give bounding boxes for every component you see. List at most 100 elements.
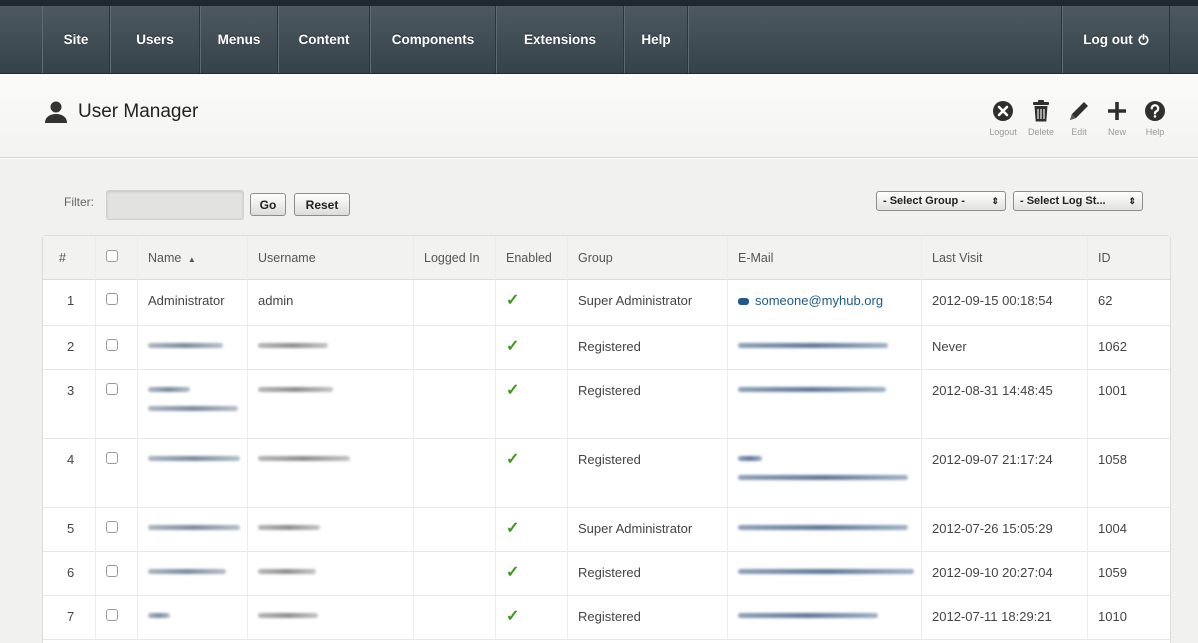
toolbar: Logout Delete Edit New Help	[985, 100, 1173, 137]
col-header-num[interactable]: #	[43, 236, 95, 280]
nav-item-content[interactable]: Content	[278, 6, 370, 73]
col-header-logged-in[interactable]: Logged In	[413, 236, 495, 280]
select-log-status-dropdown[interactable]: - Select Log St... ⇕	[1013, 191, 1143, 211]
row-checkbox[interactable]	[106, 293, 118, 305]
table-row: 3 ✓ Registered 2012-08-31 14:48:45 1001	[43, 369, 1170, 438]
user-enabled-toggle[interactable]: ✓	[495, 280, 567, 325]
blurred-email	[738, 343, 888, 348]
row-checkbox[interactable]	[106, 565, 118, 577]
user-email-cell[interactable]	[727, 325, 921, 369]
row-checkbox[interactable]	[106, 452, 118, 464]
user-name-link[interactable]	[137, 551, 247, 595]
user-group: Registered	[567, 438, 727, 507]
table-row: 1 Administrator admin ✓ Super Administra…	[43, 280, 1170, 325]
blurred-username	[258, 525, 320, 530]
user-logged-in	[413, 325, 495, 369]
new-toolbar-button[interactable]: New	[1099, 100, 1135, 137]
user-enabled-toggle[interactable]: ✓	[495, 551, 567, 595]
user-name-link[interactable]	[137, 595, 247, 639]
row-num: 2	[43, 325, 95, 369]
blurred-email	[738, 456, 762, 461]
filter-search-input[interactable]	[106, 190, 244, 220]
user-enabled-toggle[interactable]: ✓	[495, 507, 567, 551]
user-enabled-toggle[interactable]: ✓	[495, 369, 567, 438]
user-id: 1001	[1087, 369, 1170, 438]
select-all-checkbox[interactable]	[106, 250, 118, 262]
col-header-enabled[interactable]: Enabled	[495, 236, 567, 280]
blurred-username	[258, 456, 350, 461]
blurred-email	[738, 613, 878, 618]
user-id: 1010	[1087, 595, 1170, 639]
row-checkbox[interactable]	[106, 339, 118, 351]
col-header-email[interactable]: E-Mail	[727, 236, 921, 280]
go-button[interactable]: Go	[250, 193, 286, 216]
logout-nav-button[interactable]: Log out	[1062, 6, 1170, 73]
page-title: User Manager	[44, 101, 198, 123]
new-toolbar-label: New	[1107, 127, 1126, 137]
col-header-name-label: Name	[148, 250, 182, 265]
user-id: 62	[1087, 280, 1170, 325]
user-icon	[45, 101, 67, 123]
row-checkbox[interactable]	[106, 521, 118, 533]
nav-item-users[interactable]: Users	[110, 6, 200, 73]
user-name-link[interactable]: Administrator	[137, 280, 247, 325]
user-username: admin	[247, 280, 413, 325]
user-name-link[interactable]	[137, 507, 247, 551]
col-header-group[interactable]: Group	[567, 236, 727, 280]
nav-item-components[interactable]: Components	[370, 6, 496, 73]
blurred-email	[738, 569, 914, 574]
col-header-name[interactable]: Name ▲	[137, 236, 247, 280]
col-header-username[interactable]: Username	[247, 236, 413, 280]
page-title-text: User Manager	[78, 101, 199, 122]
filter-bar: Filter: Go Reset - Select Group - ⇕ - Se…	[58, 190, 1148, 220]
row-num: 5	[43, 507, 95, 551]
pencil-icon	[1070, 102, 1088, 120]
checkmark-icon: ✓	[506, 382, 520, 399]
nav-item-menus[interactable]: Menus	[200, 6, 278, 73]
edit-toolbar-button[interactable]: Edit	[1061, 100, 1097, 137]
col-header-select-all[interactable]	[95, 236, 137, 280]
user-enabled-toggle[interactable]: ✓	[495, 325, 567, 369]
row-checkbox[interactable]	[106, 383, 118, 395]
user-enabled-toggle[interactable]: ✓	[495, 595, 567, 639]
row-checkbox[interactable]	[106, 609, 118, 621]
blurred-name	[148, 456, 240, 461]
user-logged-in	[413, 438, 495, 507]
trash-icon	[1033, 100, 1049, 122]
user-name-link[interactable]	[137, 369, 247, 438]
user-email-link[interactable]: someone@myhub.org	[755, 293, 883, 308]
checkmark-icon: ✓	[506, 292, 520, 309]
user-logged-in	[413, 551, 495, 595]
users-table: # Name ▲ Username Logged In Enabled Grou…	[42, 235, 1171, 643]
row-checkbox-cell	[95, 507, 137, 551]
reset-button[interactable]: Reset	[294, 193, 350, 216]
title-bar: User Manager Logout Delete Edit New Help	[0, 74, 1198, 158]
logout-toolbar-button[interactable]: Logout	[985, 100, 1021, 137]
user-email-cell[interactable]	[727, 551, 921, 595]
select-group-dropdown[interactable]: - Select Group - ⇕	[876, 191, 1006, 211]
filter-label: Filter:	[64, 195, 94, 209]
blurred-email	[738, 475, 908, 480]
delete-toolbar-button[interactable]: Delete	[1023, 100, 1059, 137]
user-name-link[interactable]	[137, 438, 247, 507]
nav-item-help[interactable]: Help	[624, 6, 688, 73]
user-enabled-toggle[interactable]: ✓	[495, 438, 567, 507]
user-last-visit: 2012-07-26 15:05:29	[921, 507, 1087, 551]
logout-nav-label: Log out	[1083, 32, 1133, 47]
user-email-cell[interactable]	[727, 595, 921, 639]
user-email-cell[interactable]	[727, 438, 921, 507]
nav-item-site[interactable]: Site	[42, 6, 110, 73]
help-toolbar-button[interactable]: Help	[1137, 100, 1173, 137]
col-header-id[interactable]: ID	[1087, 236, 1170, 280]
user-email-cell[interactable]	[727, 507, 921, 551]
table-row-continuation	[43, 639, 1170, 643]
blurred-name	[148, 343, 223, 348]
user-logged-in	[413, 595, 495, 639]
nav-item-extensions[interactable]: Extensions	[496, 6, 624, 73]
navbar-spacer	[688, 6, 1062, 73]
user-group: Super Administrator	[567, 507, 727, 551]
user-email-cell[interactable]	[727, 369, 921, 438]
user-name-link[interactable]	[137, 325, 247, 369]
col-header-last-visit[interactable]: Last Visit	[921, 236, 1087, 280]
help-circle-icon	[1145, 101, 1165, 121]
